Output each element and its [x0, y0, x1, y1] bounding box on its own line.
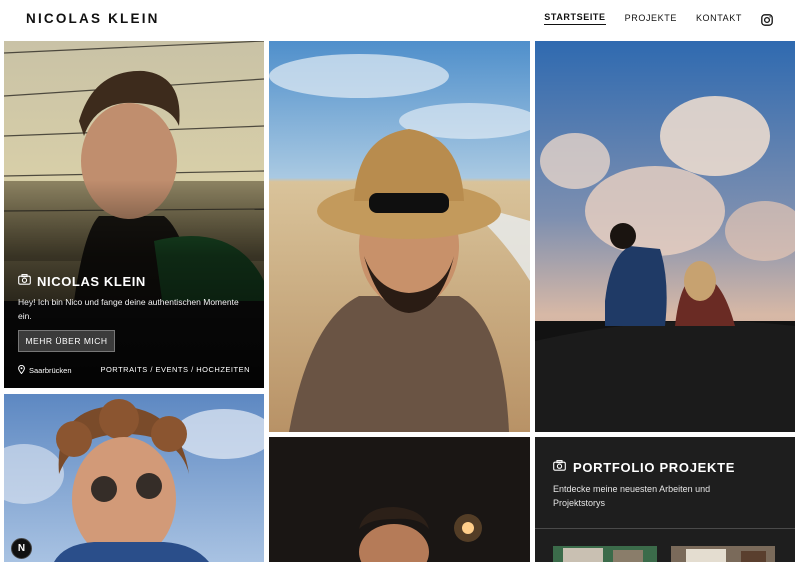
camera-icon [553, 458, 566, 476]
portfolio-title: PORTFOLIO PROJEKTE [553, 458, 735, 476]
profile-card: NICOLAS KLEIN Hey! Ich bin Nico und fang… [4, 41, 264, 388]
profile-title: NICOLAS KLEIN [18, 272, 146, 290]
profile-categories: PORTRAITS / EVENTS / HOCHZEITEN [100, 365, 250, 374]
portfolio-description: Entdecke meine neuesten Arbeiten und Pro… [553, 484, 711, 508]
portfolio-title-text: PORTFOLIO PROJEKTE [573, 459, 736, 475]
project-thumbnail[interactable] [671, 546, 775, 562]
nav-projekte[interactable]: PROJEKTE [625, 13, 677, 25]
profile-location: Saarbrücken [18, 364, 72, 376]
profile-description: Hey! Ich bin Nico und fange deine authen… [18, 297, 239, 321]
gallery-photo-night-portrait[interactable] [269, 437, 530, 562]
n-badge-button[interactable]: N [11, 538, 32, 559]
nav-kontakt[interactable]: KONTAKT [696, 13, 742, 25]
location-text: Saarbrücken [29, 366, 72, 375]
nav-startseite[interactable]: STARTSEITE [544, 12, 606, 25]
portfolio-divider [535, 528, 795, 529]
brand-logo[interactable]: NICOLAS KLEIN [26, 11, 160, 26]
instagram-icon[interactable] [761, 13, 773, 26]
profile-name: NICOLAS KLEIN [37, 273, 146, 289]
couple-sunset-image [535, 41, 795, 432]
camera-icon [18, 272, 31, 290]
gallery-photo-curly-portrait[interactable] [4, 394, 264, 562]
gallery-photo-beach[interactable] [269, 41, 530, 432]
about-me-button[interactable]: MEHR ÜBER MICH [18, 330, 115, 352]
map-pin-icon [18, 364, 25, 376]
beach-selfie-image [269, 41, 530, 432]
curly-portrait-image [4, 394, 264, 562]
site-header: NICOLAS KLEIN STARTSEITE PROJEKTE KONTAK… [0, 0, 800, 40]
night-portrait-image [269, 437, 530, 562]
main-nav: STARTSEITE PROJEKTE KONTAKT [525, 12, 773, 26]
project-thumbnail[interactable] [553, 546, 657, 562]
gallery-photo-couple[interactable] [535, 41, 795, 432]
portfolio-projects-panel[interactable]: PORTFOLIO PROJEKTE Entdecke meine neuest… [535, 437, 795, 562]
